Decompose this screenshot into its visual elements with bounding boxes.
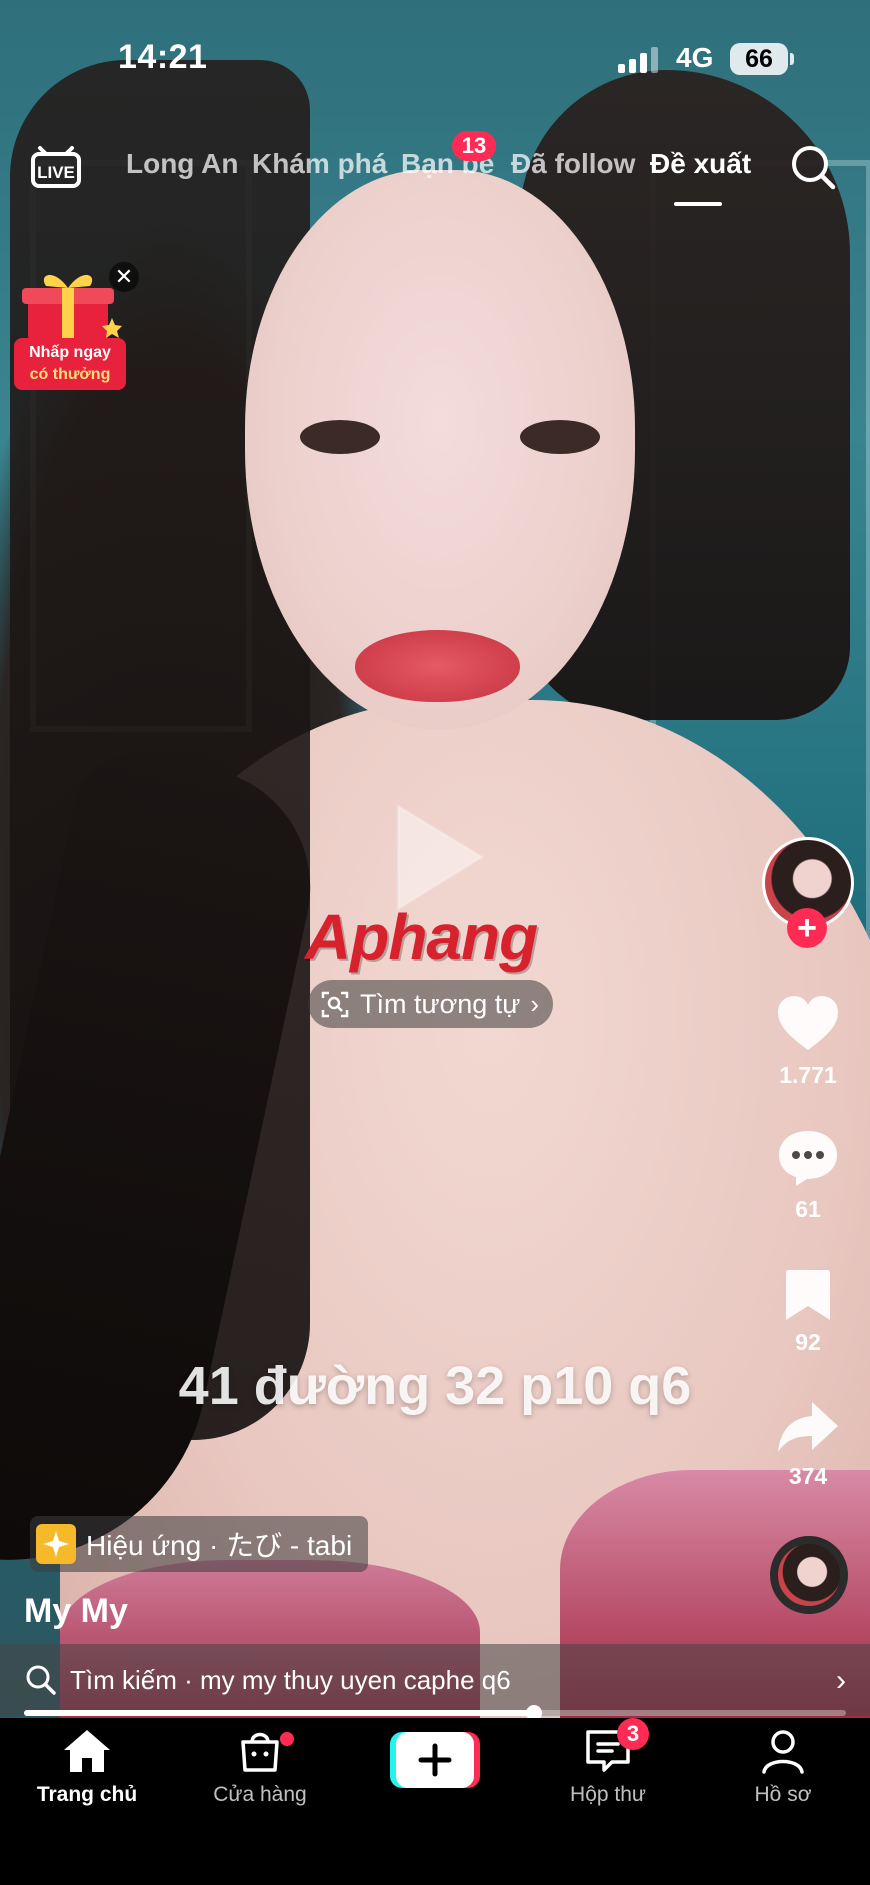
nav-home[interactable]: Trang chủ xyxy=(12,1728,162,1807)
eye-shape xyxy=(520,420,600,454)
comment-button[interactable] xyxy=(772,1128,844,1193)
comment-count: 61 xyxy=(795,1196,821,1222)
video-caption-overlay: 41 đường 32 p10 q6 xyxy=(178,1356,692,1416)
find-similar-button[interactable]: Tìm tương tự › xyxy=(308,980,554,1028)
play-icon[interactable] xyxy=(390,800,490,915)
live-label: LIVE xyxy=(37,163,75,182)
share-arrow-icon xyxy=(778,1402,838,1452)
search-suggestion-bar[interactable]: Tìm kiếm · my my thuy uyen caphe q6 › xyxy=(0,1644,870,1716)
like-button[interactable] xyxy=(772,994,844,1057)
effect-tag[interactable]: Hiệu ứng · たび - tabi xyxy=(30,1516,369,1572)
comment-icon xyxy=(779,1131,837,1186)
home-icon xyxy=(64,1730,110,1772)
chevron-right-icon: › xyxy=(530,988,540,1019)
nav-inbox[interactable]: Hộp thư xyxy=(533,1728,683,1807)
search-icon xyxy=(26,1665,56,1695)
bottom-navigation: Trang chủ Cửa hàng Hộp thư 3 Hồ sơ xyxy=(0,1718,870,1885)
like-count: 1.771 xyxy=(779,1062,837,1088)
save-count: 92 xyxy=(795,1329,821,1355)
create-button[interactable] xyxy=(390,1732,480,1788)
creator-username[interactable]: My My xyxy=(24,1592,128,1631)
search-icon[interactable] xyxy=(788,142,838,192)
live-icon[interactable]: LIVE xyxy=(30,140,82,190)
promo-line-2: có thưởng xyxy=(29,366,111,383)
image-search-icon xyxy=(321,991,349,1018)
effect-icon xyxy=(36,1524,76,1564)
find-similar-label: Tìm tương tự xyxy=(360,988,521,1019)
nav-profile[interactable]: Hồ sơ xyxy=(708,1728,858,1807)
inbox-badge: 3 xyxy=(617,1718,649,1750)
friends-badge: 13 xyxy=(452,131,496,161)
shopping-bag-icon xyxy=(241,1732,279,1772)
progress-fill xyxy=(24,1710,534,1716)
active-tab-indicator xyxy=(674,202,722,206)
chevron-right-icon: › xyxy=(836,1664,846,1697)
network-type: 4G xyxy=(676,42,714,73)
search-suggestion-text: Tìm kiếm · my my thuy uyen caphe q6 xyxy=(70,1664,511,1695)
gift-icon xyxy=(22,274,122,340)
status-bar: 14:21 4G 66 xyxy=(0,0,870,110)
follow-button[interactable]: + xyxy=(787,908,827,948)
nav-profile-label: Hồ sơ xyxy=(754,1783,812,1806)
promo-label: Nhấp ngay có thưởng xyxy=(14,338,126,390)
top-navigation: LIVE Long An Khám phá Bạn bè 13 Đã follo… xyxy=(0,130,870,210)
share-button[interactable] xyxy=(772,1398,844,1461)
battery-indicator: 66 xyxy=(730,43,794,75)
nav-shop[interactable]: Cửa hàng xyxy=(185,1728,335,1807)
share-count: 374 xyxy=(788,1463,828,1489)
shop-notification-dot xyxy=(280,1732,294,1746)
watermark-text: Aphang xyxy=(305,901,538,973)
music-disc[interactable] xyxy=(770,1536,848,1614)
status-time: 14:21 xyxy=(118,38,208,76)
save-button[interactable] xyxy=(772,1266,844,1329)
nav-inbox-label: Hộp thư xyxy=(570,1783,646,1806)
promo-line-1: Nhấp ngay xyxy=(29,344,111,361)
watermark-logo: Aphang xyxy=(305,900,538,974)
nav-home-label: Trang chủ xyxy=(36,1783,138,1806)
nav-shop-label: Cửa hàng xyxy=(213,1783,307,1806)
tab-for-you[interactable]: Đề xuất xyxy=(650,148,751,180)
signal-icon xyxy=(618,47,658,73)
lips-shape xyxy=(355,630,520,702)
effect-label: Hiệu ứng · たび - tabi xyxy=(86,1530,353,1561)
video-progress-bar[interactable] xyxy=(24,1705,846,1721)
bookmark-icon xyxy=(786,1270,830,1320)
profile-icon xyxy=(762,1730,804,1774)
tab-following[interactable]: Đã follow xyxy=(511,148,635,180)
tab-long-an[interactable]: Long An xyxy=(126,148,238,180)
heart-icon xyxy=(778,996,838,1050)
eye-shape xyxy=(300,420,380,454)
tab-explore[interactable]: Khám phá xyxy=(252,148,387,180)
close-icon[interactable]: ✕ xyxy=(109,262,139,292)
